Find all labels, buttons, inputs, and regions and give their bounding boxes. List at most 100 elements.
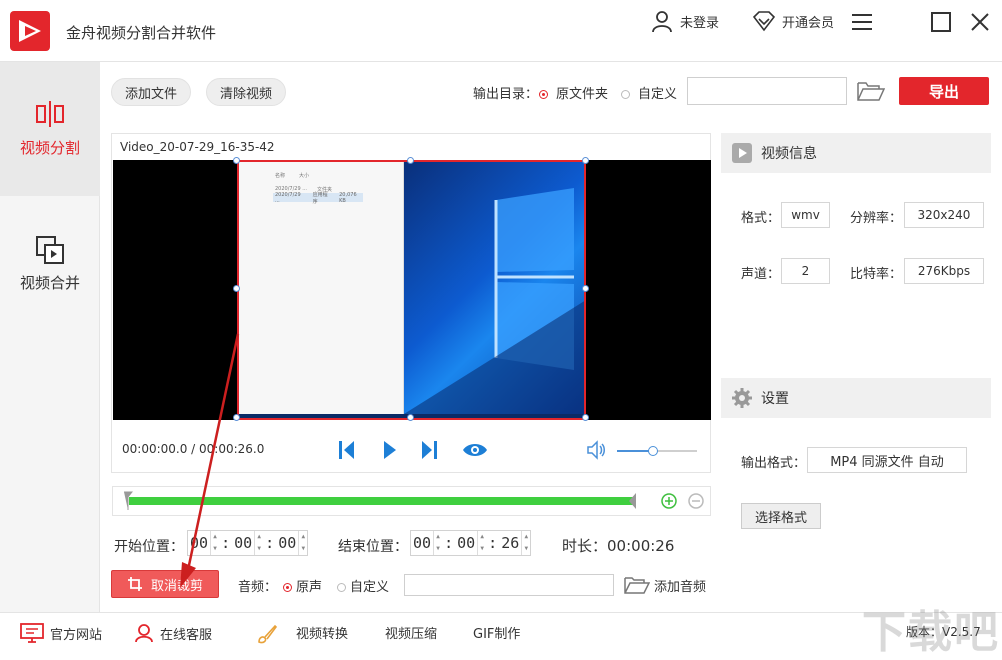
end-time-stepper[interactable]: 00 ▲ ▼ :00 ▲ ▼ :26 ▲ ▼ [410,530,532,556]
crop-frame[interactable] [237,160,586,420]
vip-button[interactable]: 开通会员 [752,10,834,32]
resolution-value: 320x240 [904,202,984,228]
cancel-crop-button[interactable]: 取消裁剪 [111,570,219,598]
zoom-in-icon[interactable] [661,493,677,513]
app-title: 金舟视频分割合并软件 [66,24,217,42]
end-marker[interactable] [627,491,637,515]
stepper-arrows[interactable]: ▲ ▼ [210,531,219,555]
audio-label: 音频： [238,580,278,595]
sidebar-item-merge[interactable]: 视频合并 [0,197,100,331]
volume-knob[interactable] [648,446,658,456]
video-compress-link[interactable]: 视频压缩 [385,623,437,642]
output-format-value: MP4 同源文件 自动 [807,447,967,473]
bitrate-value: 276Kbps [904,258,984,284]
time-separator: / [187,442,200,456]
merge-icon [36,236,64,264]
website-label: 官方网站 [50,627,103,643]
time-readout: 00:00:00.0 / 00:00:26.0 [122,442,264,456]
official-website-link[interactable]: 官方网站 [20,623,102,643]
video-info-title: 视频信息 [761,146,817,162]
crop-handle[interactable] [233,157,240,164]
export-button[interactable]: 导出 [899,77,989,105]
sidebar-item-label: 视频分割 [19,139,80,157]
volume-icon[interactable] [586,439,608,465]
output-dir-label: 输出目录： [473,87,539,102]
video-screen: 名称 大小 2020/7/29 ... 文件夹 2020/7/29 ... 应用程序 2… [113,157,711,421]
crop-handle[interactable] [582,414,589,421]
start-seconds[interactable]: 00 [276,534,298,552]
stepper-arrows[interactable]: ▲ ▼ [254,531,263,555]
custom-audio-input[interactable] [404,574,614,596]
zoom-out-icon[interactable] [688,493,704,513]
output-option-custom[interactable]: 自定义 [621,83,677,102]
brush-icon[interactable] [256,623,278,645]
play-icon[interactable] [382,439,398,465]
video-info-icon [732,143,752,163]
audio-option-custom[interactable]: 自定义 [337,576,389,595]
prev-frame-icon[interactable] [338,439,356,465]
current-time: 00:00:00.0 [122,442,188,456]
colon: : [221,534,231,552]
stepper-arrows[interactable]: ▲ ▼ [433,531,442,555]
stepper-arrows[interactable]: ▲ ▼ [521,531,530,555]
video-info-header: 视频信息 [721,133,991,173]
radio-original-audio[interactable] [283,583,292,592]
add-audio-button[interactable]: 添加音频 [624,575,706,595]
split-icon [36,101,64,127]
vip-label: 开通会员 [782,15,835,31]
preview-eye-icon[interactable] [462,441,488,463]
gif-maker-link[interactable]: GIF制作 [473,623,520,642]
total-time: 00:00:26.0 [199,442,265,456]
radio-custom-audio[interactable] [337,583,346,592]
output-format-label: 输出格式： [741,456,807,471]
folder-open-icon[interactable] [857,80,886,106]
headset-icon [135,624,153,643]
crop-handle[interactable] [407,157,414,164]
colon: : [488,534,498,552]
select-format-button[interactable]: 选择格式 [741,503,821,529]
stepper-arrows[interactable]: ▲ ▼ [477,531,486,555]
channel-value: 2 [781,258,830,284]
menu-icon[interactable] [850,10,874,34]
video-convert-link[interactable]: 视频转换 [296,623,348,642]
login-button[interactable]: 未登录 [650,10,720,33]
maximize-icon[interactable] [929,10,953,34]
output-option-original[interactable]: 原文件夹 [539,83,608,102]
sidebar-item-split[interactable]: 视频分割 [0,62,100,196]
bottom-bar: 官方网站 在线客服 视频转换 视频压缩 GIF制作 版本：V2.5.7 [0,612,1002,652]
output-option-label: 原文件夹 [556,87,609,102]
close-icon[interactable] [968,10,992,34]
version-label: 版本：V2.5.7 [906,625,981,639]
add-file-button[interactable]: 添加文件 [111,78,191,106]
monitor-icon [20,623,44,643]
end-seconds[interactable]: 26 [499,534,521,552]
crop-handle[interactable] [233,414,240,421]
crop-handle[interactable] [582,157,589,164]
video-panel: Video_20-07-29_16-35-42 名称 大小 2020/7/29 .… [111,133,711,473]
timeline-track[interactable] [129,497,633,505]
crop-handle[interactable] [233,285,240,292]
next-frame-icon[interactable] [420,439,438,465]
audio-option-original[interactable]: 原声 [283,576,322,595]
clear-video-button[interactable]: 清除视频 [206,78,286,106]
start-hours[interactable]: 00 [188,534,210,552]
output-path-input[interactable] [687,77,847,105]
add-audio-label: 添加音频 [654,579,707,595]
end-minutes[interactable]: 00 [455,534,477,552]
crop-handle[interactable] [407,414,414,421]
stepper-arrows[interactable]: ▲ ▼ [298,531,307,555]
end-hours[interactable]: 00 [411,534,433,552]
timeline[interactable] [112,486,711,516]
crop-handle[interactable] [582,285,589,292]
cancel-crop-label: 取消裁剪 [150,578,203,594]
volume-slider[interactable] [617,446,697,456]
login-label: 未登录 [680,15,720,31]
online-service-link[interactable]: 在线客服 [134,623,212,643]
bitrate-label: 比特率： [850,267,903,282]
channel-label: 声道： [741,267,781,282]
start-marker[interactable] [123,491,134,515]
start-time-stepper[interactable]: 00 ▲ ▼ :00 ▲ ▼ :00 ▲ ▼ [187,530,309,556]
radio-original[interactable] [539,90,548,99]
radio-custom[interactable] [621,90,630,99]
start-minutes[interactable]: 00 [232,534,254,552]
